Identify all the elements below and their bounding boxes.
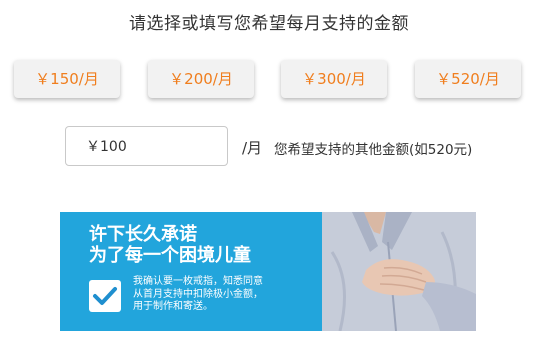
agreement-line-1: 我确认要一枚戒指，知悉同意	[133, 276, 263, 287]
hand-on-chest-illustration	[322, 212, 476, 331]
ring-agreement-checkbox[interactable]	[89, 280, 121, 312]
amount-option-200[interactable]: ￥200/月	[148, 60, 254, 98]
amount-option-520[interactable]: ￥520/月	[415, 60, 521, 98]
banner-headline-line-1: 许下长久承诺	[89, 224, 197, 245]
page-title: 请选择或填写您希望每月支持的金额	[129, 14, 409, 34]
banner-photo	[322, 212, 476, 331]
check-icon	[93, 287, 117, 305]
custom-amount-input[interactable]	[65, 126, 228, 166]
agreement-line-3: 用于制作和寄送。	[133, 301, 213, 312]
banner-headline-line-2: 为了每一个困境儿童	[89, 245, 251, 266]
amount-option-300[interactable]: ￥300/月	[281, 60, 387, 98]
promise-banner: 许下长久承诺 为了每一个困境儿童 我确认要一枚戒指，知悉同意 从首月支持中扣除极…	[60, 212, 476, 331]
banner-text-panel: 许下长久承诺 为了每一个困境儿童 我确认要一枚戒指，知悉同意 从首月支持中扣除极…	[60, 212, 322, 331]
banner-headline: 许下长久承诺 为了每一个困境儿童	[89, 224, 251, 266]
amount-option-150[interactable]: ￥150/月	[14, 60, 120, 98]
agreement-line-2: 从首月支持中扣除极小金额，	[133, 288, 263, 300]
custom-amount-hint: 您希望支持的其他金额(如520元)	[274, 142, 473, 158]
ring-agreement-text: 我确认要一枚戒指，知悉同意 从首月支持中扣除极小金额， 用于制作和寄送。	[133, 276, 313, 314]
per-month-unit: /月	[242, 139, 263, 157]
